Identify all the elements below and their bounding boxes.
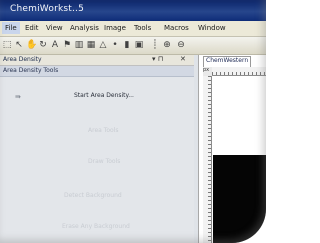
barcode-icon[interactable]: ▥ xyxy=(74,40,84,50)
menu-bar: File Edit View Analysis Image Tools Macr… xyxy=(0,21,266,37)
panel-subheader: Area Density Tools xyxy=(0,66,194,77)
rotate-icon[interactable]: ↻ xyxy=(38,40,48,50)
panel-title: Area Density xyxy=(3,56,42,63)
menu-window[interactable]: Window xyxy=(198,24,226,32)
select-icon[interactable]: ⬚ xyxy=(2,40,12,50)
hand-icon[interactable]: ✋ xyxy=(26,40,37,50)
menu-image[interactable]: Image xyxy=(104,24,126,32)
menu-macros[interactable]: Macros xyxy=(164,24,189,32)
document-tab[interactable]: ChemWestern xyxy=(203,56,252,67)
menu-analysis[interactable]: Analysis xyxy=(70,24,99,32)
pin-icon[interactable]: ▾ ⊓ xyxy=(152,55,163,63)
image-icon[interactable]: ▣ xyxy=(134,40,144,50)
menu-view[interactable]: View xyxy=(46,24,63,32)
window-title: ChemiWorkst..5 xyxy=(10,4,85,14)
ruler-left xyxy=(203,76,212,243)
task-icon: ⇛ xyxy=(15,93,21,101)
letter-a-icon[interactable]: A xyxy=(50,40,60,50)
erase-background-link[interactable]: Erase Any Background xyxy=(62,223,130,230)
toolbar: ⬚ ↖ ✋ ↻ A ⚑ ▥ ▦ △ • ▮ ▣ ┊ ⊕ ⊖ xyxy=(0,37,266,55)
menu-file[interactable]: File xyxy=(2,22,20,34)
ruler-top xyxy=(212,67,266,76)
arrow-icon[interactable]: ↖ xyxy=(14,40,24,50)
grid-icon[interactable]: ▦ xyxy=(86,40,96,50)
flag-icon[interactable]: ⚑ xyxy=(62,40,72,50)
bar-icon[interactable]: ▮ xyxy=(122,40,132,50)
area-tools-link[interactable]: Area Tools xyxy=(88,127,119,134)
ruler-corner: px xyxy=(203,67,212,76)
menu-edit[interactable]: Edit xyxy=(25,24,39,32)
panel-header: Area Density ▾ ⊓ ✕ xyxy=(0,55,194,66)
area-density-panel: Area Density ▾ ⊓ ✕ Area Density Tools ⇛ … xyxy=(0,55,194,243)
divider-icon: ┊ xyxy=(152,40,158,50)
document-area: ChemWestern px xyxy=(198,55,266,243)
title-bar: ChemiWorkst..5 xyxy=(0,0,266,21)
draw-tools-link[interactable]: Draw Tools xyxy=(88,158,120,165)
dot-icon[interactable]: • xyxy=(110,40,120,50)
zoom-in-icon[interactable]: ⊕ xyxy=(162,40,172,50)
start-area-density-link[interactable]: Start Area Density... xyxy=(74,92,134,99)
triangle-icon[interactable]: △ xyxy=(98,40,108,50)
subheader-label: Area Density Tools xyxy=(3,67,59,74)
menu-tools[interactable]: Tools xyxy=(134,24,151,32)
zoom-out-icon[interactable]: ⊖ xyxy=(176,40,186,50)
close-icon[interactable]: ✕ xyxy=(180,55,186,63)
app-window: ChemiWorkst..5 File Edit View Analysis I… xyxy=(0,0,266,243)
detect-background-link[interactable]: Detect Background xyxy=(64,192,122,199)
image-canvas[interactable] xyxy=(213,155,266,243)
